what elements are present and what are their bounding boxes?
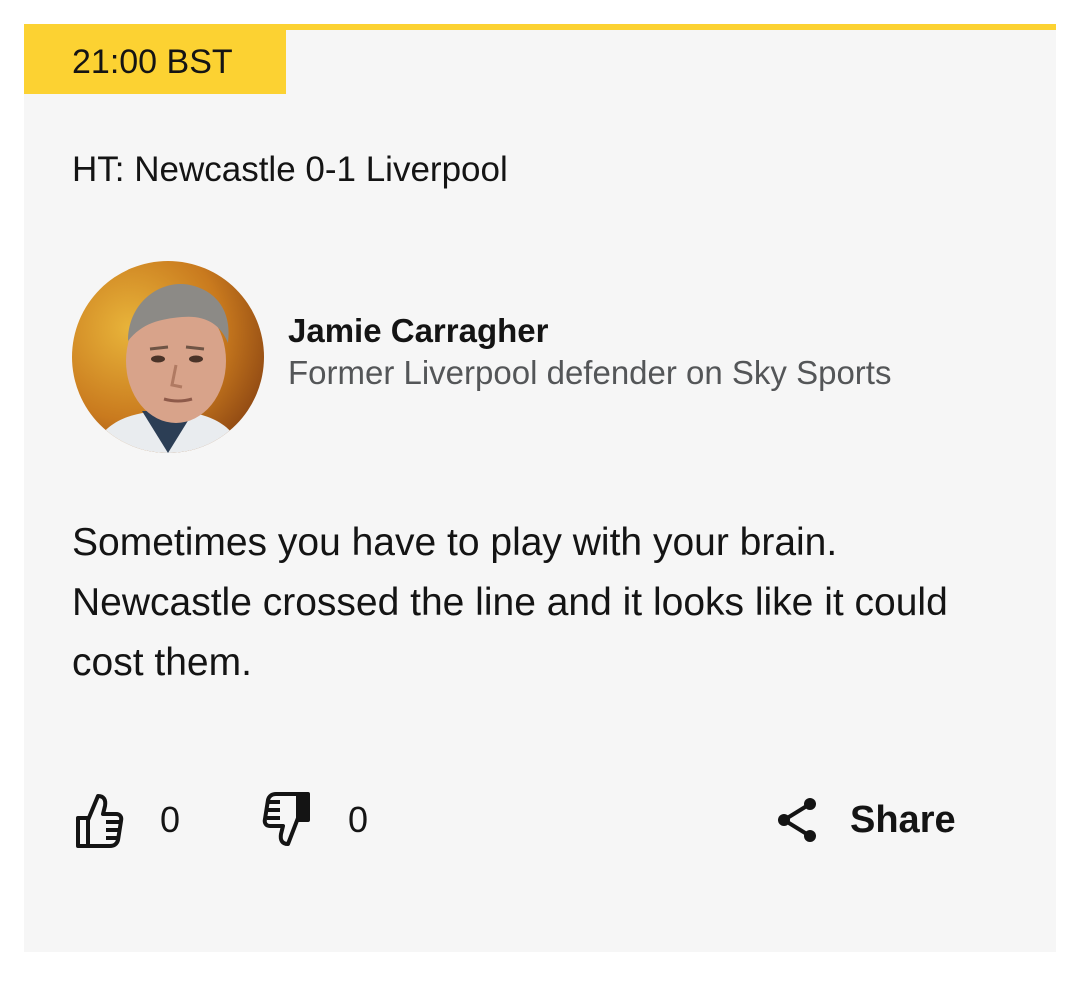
post-actions: 0 0 Share [72, 790, 972, 850]
like-button[interactable]: 0 [72, 790, 180, 850]
contributor-block: Jamie Carragher Former Liverpool defende… [72, 261, 891, 453]
timestamp-badge: 21:00 BST [24, 30, 286, 94]
contributor-avatar [72, 261, 264, 453]
contributor-role: Former Liverpool defender on Sky Sports [288, 354, 892, 391]
like-count: 0 [160, 799, 181, 840]
dislike-button[interactable]: 0 [260, 790, 368, 850]
thumbs-down-icon [262, 792, 310, 846]
share-icon [778, 798, 816, 842]
thumbs-up-icon [76, 794, 124, 848]
contributor-name: Jamie Carragher [288, 312, 549, 349]
contributor-photo-icon [72, 261, 264, 453]
post-quote: Sometimes you have to play with your bra… [72, 521, 948, 684]
share-label: Share [850, 798, 956, 841]
post-headline: HT: Newcastle 0-1 Liverpool [72, 150, 508, 189]
dislike-count: 0 [348, 799, 369, 840]
share-button[interactable]: Share [776, 790, 956, 850]
live-post-card: 21:00 BST HT: Newcastle 0-1 Liverpool Ja… [24, 24, 1056, 952]
